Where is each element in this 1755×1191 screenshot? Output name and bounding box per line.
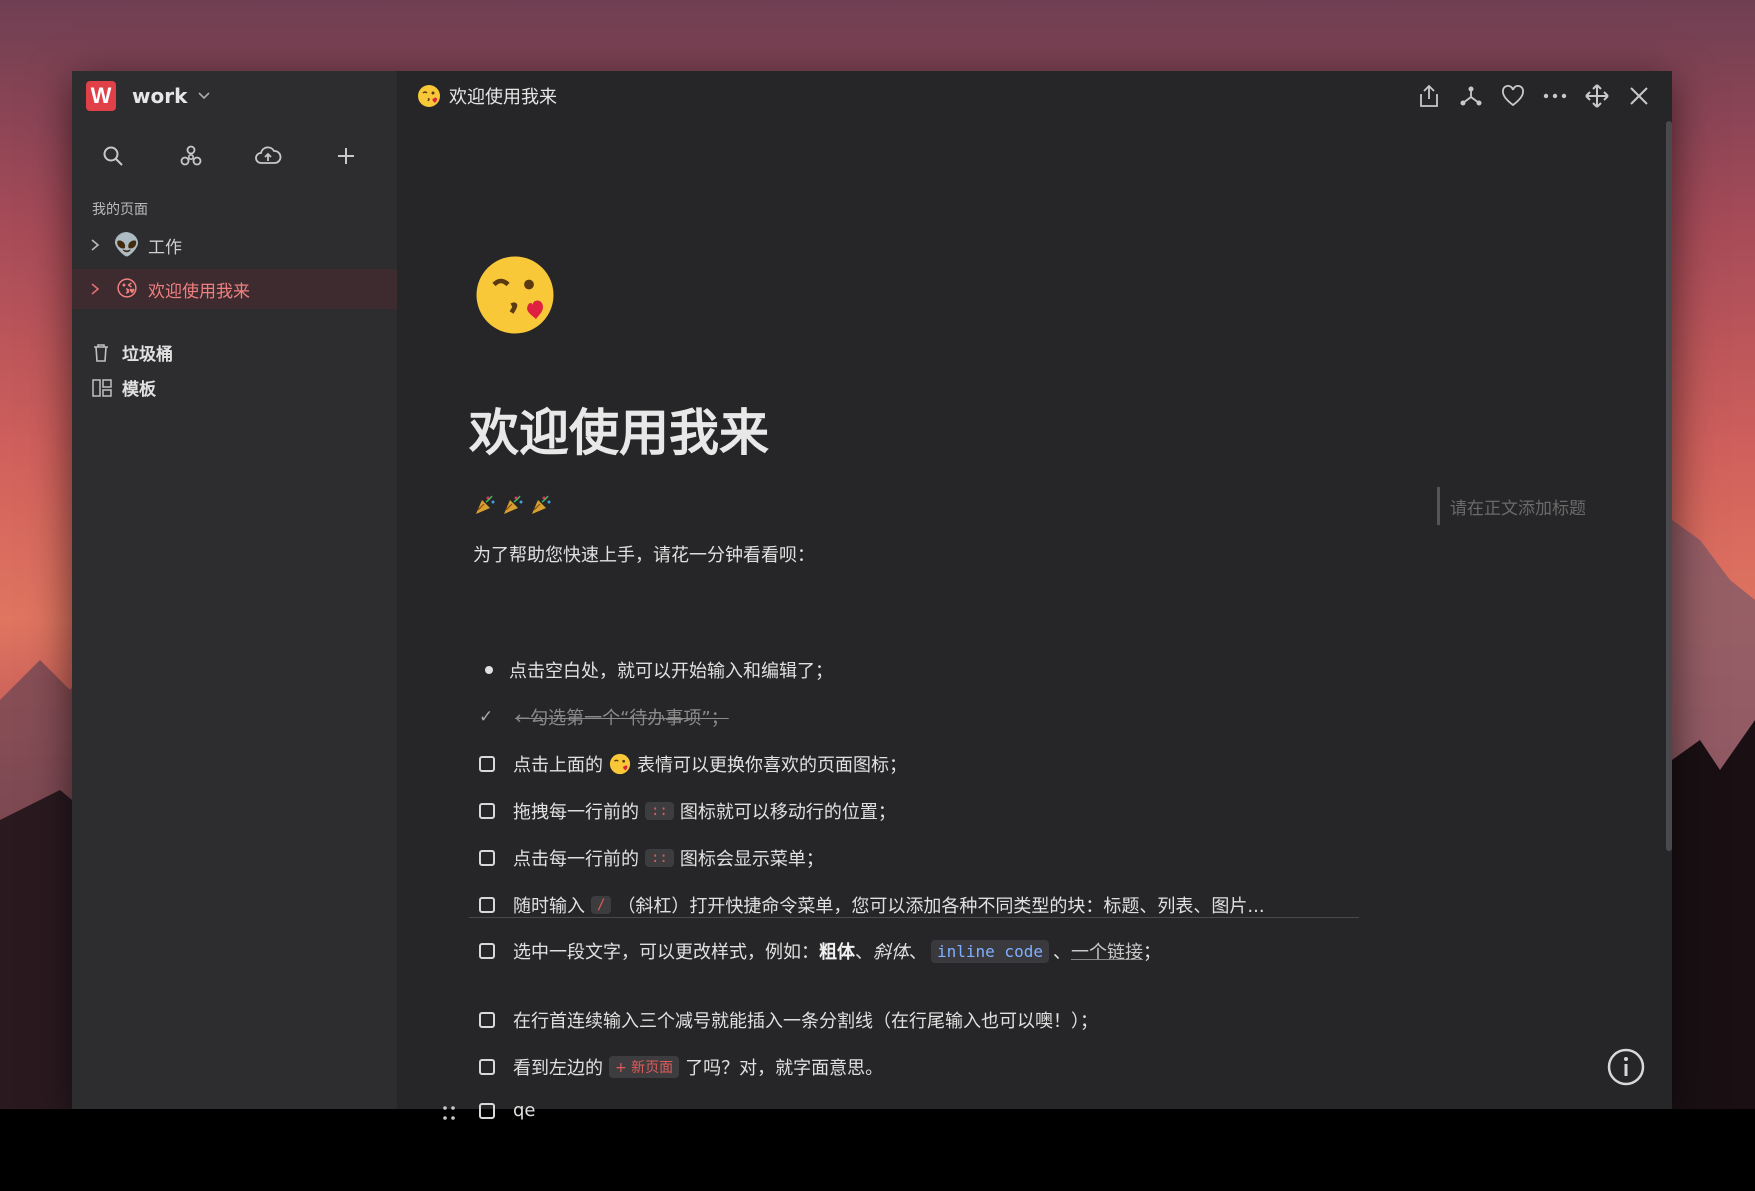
sidebar-item-welcome[interactable]: 😘 欢迎使用我来 [72, 269, 397, 309]
network-icon[interactable] [1456, 81, 1486, 111]
template-icon [92, 378, 114, 397]
checkbox[interactable] [479, 803, 495, 819]
workspace-switcher[interactable]: W work [72, 71, 397, 121]
party-popper-icon [501, 493, 525, 517]
bold-sample: 粗体 [819, 942, 855, 963]
todo-item[interactable]: 选中一段文字，可以更改样式，例如： 粗体 、 斜体 、 inline code … [479, 938, 1161, 964]
sidebar-item-trash[interactable]: 垃圾桶 [72, 335, 397, 370]
separator: 、 [1052, 942, 1071, 963]
move-icon[interactable] [1582, 81, 1612, 111]
todo-text: ←勾选第一个“待办事项”； [515, 708, 729, 729]
close-icon[interactable] [1624, 81, 1654, 111]
todo-item[interactable]: 点击每一行前的 :: 图标会显示菜单； [479, 845, 824, 871]
share-icon[interactable] [1414, 81, 1444, 111]
todo-text: 点击每一行前的 [513, 849, 639, 870]
divider [469, 917, 1359, 918]
party-popper-icon [473, 493, 497, 517]
checkbox[interactable] [479, 897, 495, 913]
page-title: 欢迎使用我来 [449, 87, 557, 108]
todo-text: 看到左边的 [513, 1058, 603, 1079]
todo-item[interactable]: 拖拽每一行前的 :: 图标就可以移动行的位置； [479, 798, 896, 824]
checkbox[interactable] [479, 1059, 495, 1075]
slash-chip: / [591, 896, 612, 914]
bullet-dot [485, 666, 493, 674]
party-popper-icon [529, 493, 553, 517]
cloud-upload-icon[interactable] [253, 141, 283, 171]
heart-icon[interactable] [1498, 81, 1528, 111]
separator: 、 [909, 942, 927, 963]
todo-text: 点击上面的 [513, 755, 603, 776]
trash-icon [92, 343, 114, 363]
todo-text: qe [513, 1100, 536, 1121]
todo-item-done[interactable]: ✓ ←勾选第一个“待办事项”； [479, 704, 729, 730]
search-icon[interactable] [98, 141, 128, 171]
todo-text: 了吗？对，就字面意思。 [685, 1058, 884, 1079]
chevron-right-icon[interactable] [90, 238, 104, 252]
drag-handle-icon[interactable] [441, 1104, 461, 1124]
page-icon-emoji[interactable] [473, 253, 557, 337]
checkbox[interactable] [479, 850, 495, 866]
topbar-actions [1414, 81, 1654, 111]
chevron-right-icon[interactable] [90, 282, 104, 296]
kiss-face-icon [417, 84, 441, 108]
drag-handle-chip: :: [645, 802, 674, 820]
kiss-face-icon: 😘 [115, 276, 139, 302]
app-window: W work 我的页面 👽 工作 😘 欢迎使用我来 垃圾桶 模板 欢迎使用我来 … [72, 71, 1672, 1121]
checkbox[interactable] [479, 1102, 495, 1119]
more-icon[interactable] [1540, 81, 1570, 111]
scrollbar[interactable] [1666, 121, 1672, 851]
intro-paragraph[interactable]: 为了帮助您快速上手，请花一分钟看看呗： [473, 541, 815, 567]
checkbox[interactable] [479, 756, 495, 772]
todo-item[interactable]: qe [479, 1100, 536, 1121]
new-page-chip: + 新页面 [609, 1056, 680, 1078]
sidebar-item-label: 欢迎使用我来 [148, 281, 250, 302]
menu-handle-chip: :: [645, 849, 674, 867]
party-emoji-row [473, 493, 553, 517]
todo-text: 图标就可以移动行的位置； [679, 802, 896, 823]
italic-sample: 斜体 [873, 942, 909, 963]
bullet-item[interactable]: 点击空白处，就可以开始输入和编辑了； [479, 657, 833, 683]
my-pages-label: 我的页面 [92, 202, 148, 218]
todo-item[interactable]: 点击上面的 表情可以更换你喜欢的页面图标； [479, 751, 907, 777]
todo-text: 选中一段文字，可以更改样式，例如： [513, 942, 819, 963]
separator: ； [1142, 942, 1161, 963]
workspace-logo: W [86, 81, 116, 111]
separator: 、 [855, 942, 873, 963]
document-title[interactable]: 欢迎使用我来 [469, 393, 769, 465]
bullet-text: 点击空白处，就可以开始输入和编辑了； [509, 661, 833, 682]
add-page-icon[interactable] [331, 141, 361, 171]
toc-placeholder: 请在正文添加标题 [1437, 487, 1586, 525]
graph-icon[interactable] [176, 141, 206, 171]
todo-item[interactable]: 看到左边的 + 新页面 了吗？对，就字面意思。 [479, 1054, 883, 1080]
checkbox[interactable] [479, 1012, 495, 1028]
workspace-name: work [132, 84, 188, 108]
info-icon[interactable] [1606, 1047, 1646, 1087]
trash-label: 垃圾桶 [122, 345, 173, 365]
checkmark-icon[interactable]: ✓ [479, 707, 499, 727]
todo-item[interactable]: 随时输入 / （斜杠）打开快捷命令菜单，您可以添加各种不同类型的块：标题、列表、… [479, 892, 1265, 918]
todo-item[interactable]: 在行首连续输入三个减号就能插入一条分割线（在行尾输入也可以噢！）； [479, 1007, 1098, 1033]
todo-text: （斜杠）打开快捷命令菜单，您可以添加各种不同类型的块：标题、列表、图片... [617, 896, 1265, 917]
sidebar-item-templates[interactable]: 模板 [72, 370, 397, 405]
todo-text: 在行首连续输入三个减号就能插入一条分割线（在行尾输入也可以噢！）； [513, 1011, 1098, 1032]
todo-text: 表情可以更换你喜欢的页面图标； [637, 755, 907, 776]
todo-text: 随时输入 [513, 896, 585, 917]
alien-icon: 👽 [113, 232, 141, 258]
kiss-face-icon [609, 753, 631, 775]
editor-pane: 欢迎使用我来 欢迎使用我来 为了帮助您快速上手，请花一分钟看看呗： 点击空白处，… [397, 71, 1672, 1121]
todo-text: 图标会显示菜单； [679, 849, 824, 870]
sidebar-item-work[interactable]: 👽 工作 [72, 225, 397, 265]
sidebar: W work 我的页面 👽 工作 😘 欢迎使用我来 垃圾桶 模板 [72, 71, 397, 1109]
checkbox[interactable] [479, 943, 495, 959]
todo-text: 拖拽每一行前的 [513, 802, 639, 823]
sidebar-toolbar [72, 133, 397, 179]
sidebar-item-label: 工作 [148, 237, 182, 258]
templates-label: 模板 [122, 380, 156, 400]
link-sample[interactable]: 一个链接 [1071, 938, 1143, 964]
inline-code-sample: inline code [931, 939, 1049, 963]
chevron-down-icon [197, 87, 211, 106]
